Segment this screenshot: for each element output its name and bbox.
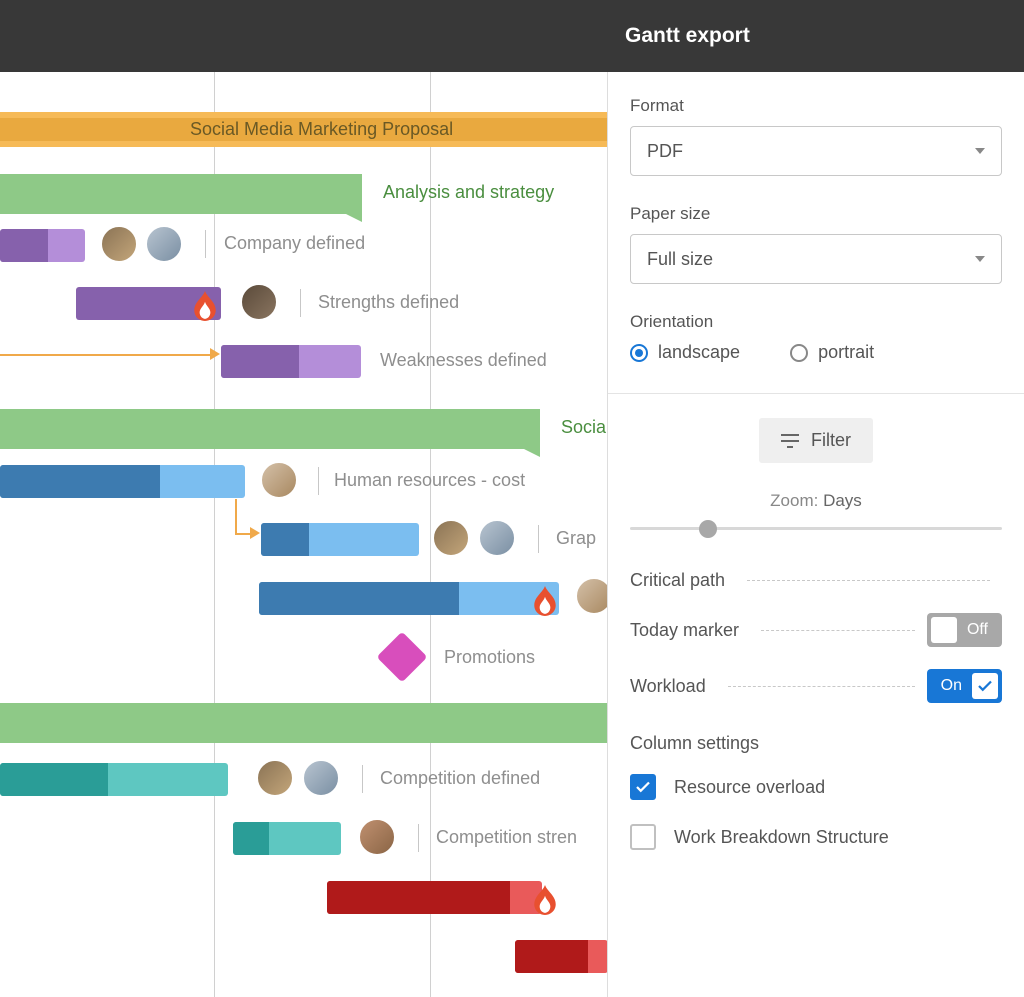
flame-icon [532, 586, 558, 616]
avatar[interactable] [260, 461, 298, 499]
group-bar[interactable] [0, 703, 608, 743]
group-label: Analysis and strategy [383, 182, 554, 203]
toggle-today[interactable]: Off [927, 613, 1002, 647]
checkbox-icon [630, 824, 656, 850]
toggle-label-critical: Critical path [630, 570, 725, 591]
checkbox-label: Work Breakdown Structure [674, 827, 889, 848]
radio-label: portrait [818, 342, 874, 363]
dependency-arrow-icon [250, 527, 260, 539]
task-label: Grap [556, 528, 596, 549]
filter-icon [781, 434, 799, 448]
dependency-line [235, 499, 237, 533]
checkbox-wbs[interactable]: Work Breakdown Structure [630, 824, 1002, 850]
gridline [430, 72, 431, 997]
checkbox-icon [630, 774, 656, 800]
format-label: Format [630, 96, 1002, 116]
radio-icon [630, 344, 648, 362]
header-bar: Gantt export [0, 0, 1024, 72]
chevron-down-icon [975, 148, 985, 154]
avatar[interactable] [302, 759, 340, 797]
task-bar-hr[interactable] [0, 465, 245, 498]
task-label: Competition defined [380, 768, 540, 789]
zoom-slider[interactable] [630, 527, 1002, 530]
avatar[interactable] [478, 519, 516, 557]
format-select[interactable]: PDF [630, 126, 1002, 176]
divider [318, 467, 319, 495]
radio-landscape[interactable]: landscape [630, 342, 740, 363]
task-label: Competition stren [436, 827, 577, 848]
column-settings-title: Column settings [630, 733, 1002, 754]
divider [418, 824, 419, 852]
avatar[interactable] [240, 283, 278, 321]
divider [538, 525, 539, 553]
avatar[interactable] [358, 818, 396, 856]
radio-portrait[interactable]: portrait [790, 342, 874, 363]
filter-label: Filter [811, 430, 851, 451]
avatar[interactable] [432, 519, 470, 557]
toggle-label-workload: Workload [630, 676, 706, 697]
toggle-workload[interactable]: On [927, 669, 1002, 703]
dependency-arrow-icon [210, 348, 220, 360]
task-bar[interactable] [515, 940, 608, 973]
slider-thumb[interactable] [699, 520, 717, 538]
divider [728, 686, 915, 687]
flame-icon [192, 291, 218, 321]
divider [747, 580, 990, 581]
task-bar-weaknesses[interactable] [221, 345, 361, 378]
group-label: Socia [561, 417, 606, 438]
divider [761, 630, 915, 631]
paper-label: Paper size [630, 204, 1002, 224]
task-label: Company defined [224, 233, 365, 254]
paper-select[interactable]: Full size [630, 234, 1002, 284]
check-icon [976, 677, 994, 695]
task-label: Human resources - cost [334, 470, 525, 491]
task-bar-company[interactable] [0, 229, 85, 262]
task-bar[interactable] [259, 582, 559, 615]
checkbox-overload[interactable]: Resource overload [630, 774, 1002, 800]
avatar[interactable] [256, 759, 294, 797]
divider [608, 393, 1024, 394]
task-bar[interactable] [327, 881, 542, 914]
avatar[interactable] [575, 577, 608, 615]
zoom-label: Zoom: Days [630, 491, 1002, 511]
divider [300, 289, 301, 317]
group-bar-analysis[interactable] [0, 174, 362, 214]
checkbox-label: Resource overload [674, 777, 825, 798]
gantt-chart[interactable]: Social Media Marketing Proposal Analysis… [0, 72, 608, 997]
project-title: Social Media Marketing Proposal [190, 119, 453, 140]
avatar[interactable] [100, 225, 138, 263]
task-label: Weaknesses defined [380, 350, 547, 371]
orientation-label: Orientation [630, 312, 1002, 332]
task-bar-competition[interactable] [0, 763, 228, 796]
task-label: Strengths defined [318, 292, 459, 313]
filter-button[interactable]: Filter [759, 418, 873, 463]
export-panel: Format PDF Paper size Full size Orientat… [608, 72, 1024, 997]
header-title: Gantt export [625, 24, 750, 48]
milestone-promotions[interactable] [377, 632, 428, 683]
radio-icon [790, 344, 808, 362]
group-bar-social[interactable] [0, 409, 540, 449]
flame-icon [532, 885, 558, 915]
format-value: PDF [647, 141, 683, 162]
radio-label: landscape [658, 342, 740, 363]
task-bar-grap[interactable] [261, 523, 419, 556]
paper-value: Full size [647, 249, 713, 270]
dependency-line [0, 354, 214, 356]
divider [362, 765, 363, 793]
project-bar[interactable]: Social Media Marketing Proposal [0, 112, 608, 147]
task-bar-comp-stren[interactable] [233, 822, 341, 855]
task-label: Promotions [444, 647, 535, 668]
chevron-down-icon [975, 256, 985, 262]
avatar[interactable] [145, 225, 183, 263]
divider [205, 230, 206, 258]
toggle-label-today: Today marker [630, 620, 739, 641]
